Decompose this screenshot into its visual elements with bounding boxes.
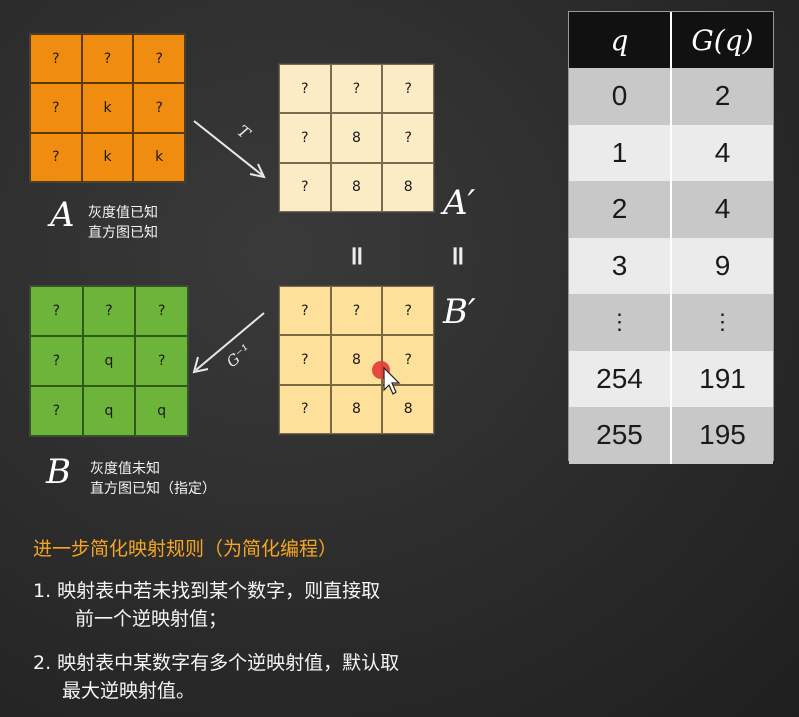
cell-q: 255	[596, 419, 643, 451]
rule-1-line1: 1. 映射表中若未找到某个数字，则直接取	[33, 580, 381, 602]
rule-2-line1: 2. 映射表中某数字有多个逆映射值，默认取	[33, 652, 400, 674]
cell-q: 2	[611, 193, 628, 225]
mapping-table: q G(q) 0 2 1 4 2 4 3 9 ⋮ ⋮ 254 191 255 195	[568, 11, 774, 464]
table-row: ⋮ ⋮	[569, 294, 773, 351]
mouse-cursor	[372, 361, 401, 395]
header-gq: G(q)	[670, 12, 773, 68]
cell-gq: ⋮	[670, 294, 773, 351]
rules-title: 进一步简化映射规则（为简化编程）	[33, 538, 338, 560]
rule-2-line2: 最大逆映射值。	[62, 680, 196, 702]
table-row: 14	[569, 124, 773, 181]
table-row: 255 195	[569, 407, 773, 464]
table-row: 254 191	[569, 350, 773, 407]
cell-gq: 195	[670, 407, 773, 464]
rule-1-line2: 前一个逆映射值；	[75, 608, 228, 630]
arrow-t-label: T	[234, 121, 255, 143]
cell-gq: 2	[670, 68, 773, 125]
cell-q: 1	[611, 136, 628, 168]
table-row: 39	[569, 237, 773, 294]
cursor-arrow-icon	[383, 366, 401, 395]
cell-gq: 9	[670, 237, 773, 294]
cell-gq: 191	[670, 350, 773, 407]
table-row: 24	[569, 181, 773, 238]
arrow-t	[193, 120, 266, 179]
cell-q: 0	[611, 80, 628, 112]
table-body: 0 2 1 4 2 4 3 9 ⋮ ⋮ 254 191 255 195	[569, 68, 773, 464]
table-row: 02	[569, 68, 773, 125]
table-header: q G(q)	[569, 12, 773, 68]
cell-q: ⋮	[608, 309, 631, 335]
cell-q: 3	[611, 249, 628, 281]
arrow-g-inverse-label: G⁻¹	[223, 341, 254, 371]
cell-gq: 4	[670, 124, 773, 181]
header-q: q	[610, 23, 629, 57]
cell-gq: 4	[670, 181, 773, 238]
cell-q: 254	[596, 362, 643, 394]
